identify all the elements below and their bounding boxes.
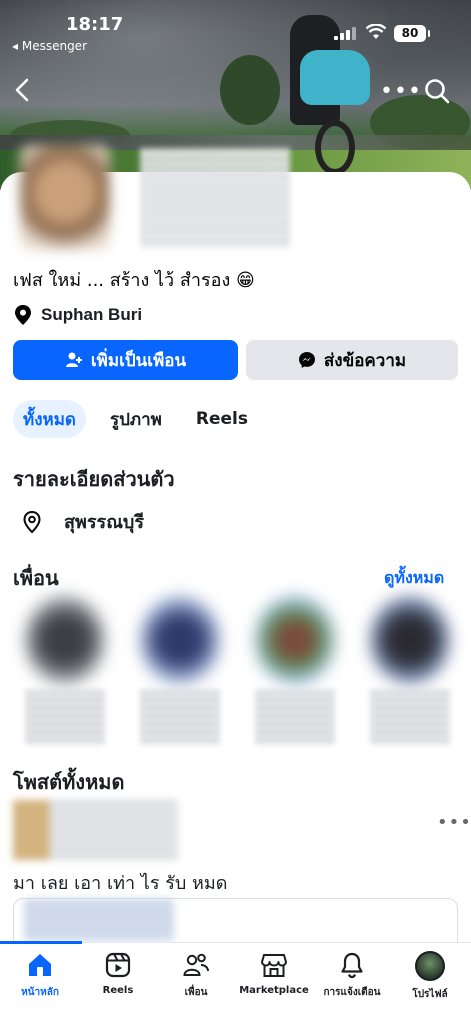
add-friend-icon <box>65 352 82 367</box>
nav-profile[interactable]: โปรไฟล์ <box>390 951 470 1002</box>
profile-avatar[interactable] <box>20 145 110 250</box>
status-bar: 18:17 ◂ Messenger 80 <box>0 0 471 58</box>
nav-home-label: หน้าหลัก <box>21 987 59 998</box>
post-author-redacted[interactable] <box>13 800 178 860</box>
add-friend-label: เพิ่มเป็นเพือน <box>90 350 187 371</box>
location-outline-icon <box>23 510 41 533</box>
message-label: ส่งข้อความ <box>323 350 407 371</box>
active-tab-indicator <box>0 941 82 944</box>
message-button[interactable]: ส่งข้อความ <box>246 340 458 380</box>
marketplace-icon <box>261 954 287 977</box>
nav-home[interactable]: หน้าหลัก <box>0 951 80 1000</box>
battery-indicator: 80 <box>394 25 430 42</box>
profile-avatar-icon <box>415 951 445 981</box>
nav-profile-label: โปรไฟล์ <box>412 989 448 1000</box>
friend-card[interactable] <box>20 590 110 750</box>
posts-heading: โพสต์ทั้งหมด <box>13 770 125 794</box>
details-location-row: สุพรรณบุรี <box>22 507 144 536</box>
messenger-icon <box>298 352 315 368</box>
add-friend-button[interactable]: เพิ่มเป็นเพือน <box>13 340 238 380</box>
profile-name-redacted <box>140 148 290 248</box>
nav-friends[interactable]: เพื่อน <box>156 951 236 1000</box>
friend-photo <box>140 595 220 685</box>
motorbike-body <box>300 50 370 105</box>
profile-location: Suphan Buri <box>13 304 142 326</box>
location-text: Suphan Buri <box>41 305 143 324</box>
nav-friends-label: เพื่อน <box>184 987 208 998</box>
post-attachment-redacted <box>24 900 174 940</box>
nav-reels-label: Reels <box>102 985 134 996</box>
friends-see-all-link[interactable]: ดูทั้งหมด <box>384 566 444 591</box>
signal-icon <box>334 26 358 40</box>
search-button[interactable] <box>424 78 450 109</box>
nav-marketplace-label: Marketplace <box>239 985 309 996</box>
friend-card[interactable] <box>135 590 225 750</box>
motorbike-wheel <box>315 120 355 175</box>
details-location-text: สุพรรณบุรี <box>64 512 144 533</box>
details-heading: รายละเอียดส่วนตัว <box>13 467 175 491</box>
profile-bio: เฟส ใหม่ ... สร้าง ไว้ สำรอง 😁 <box>13 270 255 291</box>
friend-name-redacted <box>370 690 450 745</box>
bell-icon <box>341 952 363 979</box>
post-more-button[interactable]: ••• <box>437 812 471 833</box>
friend-name-redacted <box>255 690 335 745</box>
nav-reels[interactable]: Reels <box>78 951 158 996</box>
nav-notifications-label: การแจ้งเตือน <box>323 987 381 998</box>
status-time: 18:17 <box>66 14 124 35</box>
bottom-tab-bar: หน้าหลัก Reels เพื่อน Marketplace การแจ้… <box>0 941 471 1024</box>
back-button[interactable] <box>14 78 30 107</box>
friend-card[interactable] <box>365 590 455 750</box>
nav-notifications[interactable]: การแจ้งเตือน <box>312 951 392 1000</box>
reels-icon <box>105 952 131 978</box>
nav-marketplace[interactable]: Marketplace <box>234 951 314 996</box>
back-to-messenger-link[interactable]: ◂ Messenger <box>12 39 87 53</box>
location-pin-icon <box>15 305 31 325</box>
friends-icon <box>183 953 209 976</box>
tab-all[interactable]: ทั้งหมด <box>13 400 86 438</box>
chevron-left-icon <box>15 78 29 102</box>
friend-card[interactable] <box>250 590 340 750</box>
profile-tabs: ทั้งหมด รูปภาพ Reels <box>13 400 258 438</box>
friend-photo <box>255 595 335 685</box>
tab-photos[interactable]: รูปภาพ <box>100 400 172 438</box>
tab-reels[interactable]: Reels <box>186 400 258 438</box>
friend-name-redacted <box>25 690 105 745</box>
search-icon <box>425 79 450 104</box>
wifi-icon <box>366 24 386 39</box>
post-text: มา เลย เอา เท่า ไร รับ หมด <box>13 873 228 894</box>
friend-photo <box>25 595 105 685</box>
home-icon <box>29 954 51 976</box>
more-options-button[interactable]: ••• <box>380 78 422 106</box>
friend-name-redacted <box>140 690 220 745</box>
friend-photo <box>370 595 450 685</box>
